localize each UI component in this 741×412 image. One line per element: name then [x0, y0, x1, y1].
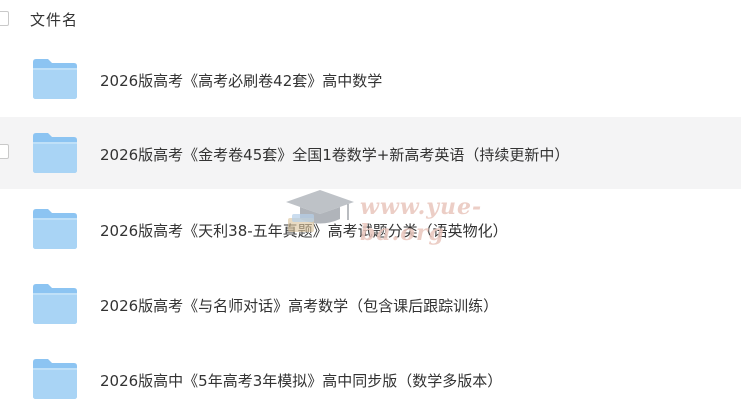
- folder-icon: [33, 284, 77, 324]
- watermark-text: www.yue-ba.org: [360, 194, 483, 246]
- file-row[interactable]: 2026版高考《金考卷45套》全国1卷数学+新高考英语（持续更新中）: [0, 117, 741, 189]
- file-name[interactable]: 2026版高考《高考必刷卷42套》高中数学: [100, 70, 382, 91]
- folder-icon: [33, 59, 77, 99]
- folder-icon: [33, 209, 77, 249]
- row-checkbox[interactable]: [0, 144, 9, 159]
- file-name[interactable]: 2026版高考《与名师对话》高考数学（包含课后跟踪训练）: [100, 295, 498, 316]
- graduation-cap-icon: [286, 190, 354, 232]
- file-row[interactable]: 2026版高考《高考必刷卷42套》高中数学: [0, 43, 741, 115]
- file-list-header: 文件名: [0, 0, 741, 38]
- column-header-filename[interactable]: 文件名: [30, 9, 78, 30]
- folder-icon: [33, 359, 77, 399]
- file-name[interactable]: 2026版高考《金考卷45套》全国1卷数学+新高考英语（持续更新中）: [100, 144, 569, 165]
- file-name[interactable]: 2026版高中《5年高考3年模拟》高中同步版（数学多版本）: [100, 370, 502, 391]
- file-list-page: 文件名 2026版高考《高考必刷卷42套》高中数学 2026版高考《金考卷45套…: [0, 0, 741, 412]
- select-all-checkbox[interactable]: [0, 11, 9, 26]
- file-row[interactable]: 2026版高中《5年高考3年模拟》高中同步版（数学多版本）: [0, 343, 741, 412]
- site-watermark: www.yue-ba.org: [282, 186, 532, 246]
- file-row[interactable]: 2026版高考《与名师对话》高考数学（包含课后跟踪训练）: [0, 268, 741, 340]
- folder-icon: [33, 133, 77, 173]
